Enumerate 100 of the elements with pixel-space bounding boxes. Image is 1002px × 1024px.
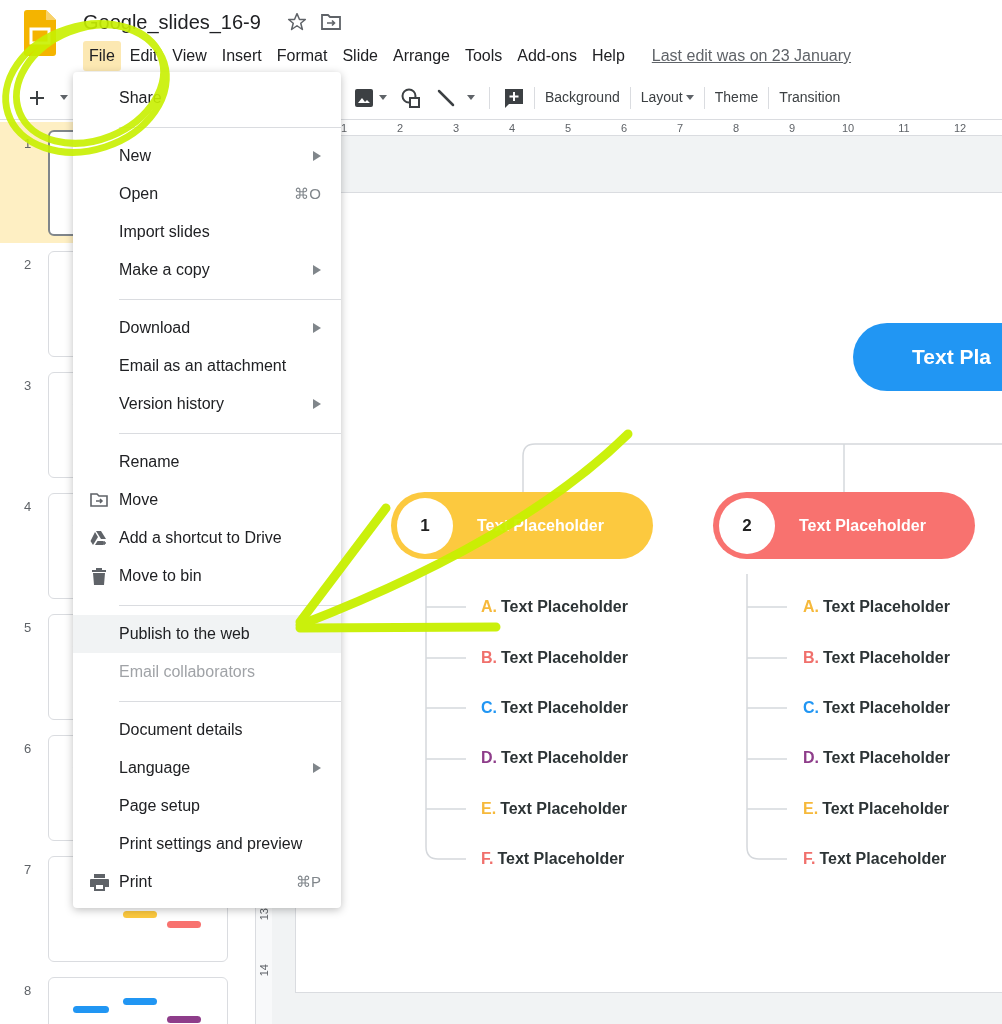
new-slide-caret-icon — [60, 95, 68, 100]
menu-item[interactable]: Publish to the web — [73, 615, 341, 653]
item-text: Text Placeholder — [823, 748, 950, 769]
item-letter: C. — [803, 697, 819, 718]
item-letter: B. — [481, 647, 497, 668]
add-comment-icon[interactable] — [504, 87, 524, 108]
ruler-mark: 3 — [451, 121, 461, 135]
menu-bar-item[interactable]: File — [83, 41, 121, 71]
menu-item[interactable]: Download — [73, 309, 341, 347]
folder-icon — [90, 493, 108, 507]
item-letter: D. — [803, 748, 819, 769]
last-edit-link[interactable]: Last edit was on 23 January — [651, 44, 852, 68]
ruler-mark: 8 — [731, 121, 741, 135]
item-letter: E. — [481, 798, 497, 819]
menu-item[interactable]: Add a shortcut to Drive — [73, 519, 341, 557]
item-letter: F. — [481, 849, 494, 870]
slide-number: 3 — [23, 377, 33, 395]
menu-item[interactable]: Version history — [73, 385, 341, 423]
item-letter: D. — [481, 748, 497, 769]
caret-icon — [379, 95, 387, 100]
menu-item[interactable]: Page setup — [73, 787, 341, 825]
menu-item[interactable]: Open ⌘O — [73, 175, 341, 213]
folder-icon[interactable] — [320, 14, 341, 30]
item-letter: E. — [803, 798, 819, 819]
menu-bar-item[interactable]: Edit — [123, 41, 164, 71]
toolbar-button[interactable]: Background — [545, 87, 620, 108]
ruler-mark: 10 — [841, 121, 854, 135]
menu-bar-item[interactable]: Help — [585, 41, 631, 71]
menu-item[interactable]: Email as an attachment — [73, 347, 341, 385]
item-text: Text Placeholder — [500, 798, 627, 819]
slide-number: 5 — [23, 619, 33, 637]
menu-bar-item[interactable]: Tools — [458, 41, 509, 71]
slide-number: 7 — [23, 861, 33, 879]
menu-bar-item[interactable]: View — [166, 41, 213, 71]
menu-item[interactable]: Document details — [73, 711, 341, 749]
shortcut-label: ⌘P — [296, 871, 321, 892]
item-text: Text Placeholder — [501, 647, 628, 668]
shortcut-label: ⌘O — [294, 183, 321, 204]
slide-number: 4 — [23, 498, 33, 516]
menu-bar-item[interactable]: Slide — [336, 41, 384, 71]
menu-item[interactable]: Move — [73, 481, 341, 519]
drive-icon — [90, 530, 108, 546]
document-title[interactable]: Google_slides_16-9 — [83, 7, 261, 37]
submenu-arrow-icon — [313, 399, 321, 409]
menu-item[interactable]: Import slides — [73, 213, 341, 251]
submenu-arrow-icon — [313, 763, 321, 773]
item-text: Text Placeholder — [501, 697, 628, 718]
title-text: Text Pla — [912, 344, 991, 371]
slide-number: 6 — [23, 740, 33, 758]
item-text: Text Placeholder — [501, 597, 628, 618]
star-icon[interactable] — [286, 12, 307, 32]
shapes-icon[interactable] — [401, 87, 421, 108]
item-text: Text Placeholder — [823, 697, 950, 718]
slide-list-row[interactable]: 8 — [0, 969, 255, 1024]
toolbar-button[interactable]: Theme — [714, 87, 759, 108]
toolbar-button[interactable]: Layout — [640, 87, 694, 108]
menu-item[interactable]: Print settings and preview — [73, 825, 341, 863]
ruler-mark: 9 — [787, 121, 797, 135]
printer-icon — [89, 873, 109, 891]
menu-bar-item[interactable]: Add-ons — [511, 41, 583, 71]
item-text: Text Placeholder — [497, 849, 625, 870]
submenu-arrow-icon — [313, 323, 321, 333]
image-icon[interactable] — [355, 88, 373, 107]
item-text: Text Placeholder — [822, 798, 949, 819]
ruler-mark: 7 — [675, 121, 685, 135]
ruler-mark: 13 — [256, 907, 271, 921]
ruler-mark: 4 — [507, 121, 517, 135]
menu-bar-item[interactable]: Format — [270, 41, 334, 71]
ruler-mark: 12 — [953, 121, 966, 135]
menu-bar-item[interactable]: Arrange — [387, 41, 456, 71]
item-text: Text Placeholder — [819, 849, 947, 870]
menu-item[interactable]: Print ⌘P — [73, 863, 341, 901]
slide-number: 2 — [23, 256, 33, 274]
caret-icon — [467, 95, 475, 100]
ruler-mark: 2 — [395, 121, 405, 135]
slide-number: 8 — [23, 982, 33, 1000]
item-letter: C. — [481, 697, 497, 718]
ruler-mark: 6 — [619, 121, 629, 135]
menu-item[interactable]: Rename — [73, 443, 341, 481]
branch-label: Text Placeholder — [799, 515, 926, 536]
ruler-mark: 5 — [563, 121, 573, 135]
menu-bar-item[interactable]: Insert — [215, 41, 268, 71]
toolbar-button[interactable]: Transition — [779, 87, 841, 108]
item-letter: A. — [803, 597, 819, 618]
item-letter: B. — [803, 647, 819, 668]
ruler-mark: 1 — [339, 121, 349, 135]
menu-item[interactable]: Move to bin — [73, 557, 341, 595]
item-letter: A. — [481, 597, 497, 618]
item-text: Text Placeholder — [823, 597, 950, 618]
line-icon[interactable] — [437, 88, 455, 107]
ruler-mark: 14 — [256, 963, 271, 977]
menu-item[interactable]: Language — [73, 749, 341, 787]
item-text: Text Placeholder — [823, 647, 950, 668]
plus-icon[interactable] — [30, 90, 44, 105]
item-text: Text Placeholder — [501, 748, 628, 769]
menu-item[interactable]: New — [73, 137, 341, 175]
item-letter: F. — [803, 849, 816, 870]
menu-item[interactable]: Make a copy — [73, 251, 341, 289]
trash-icon — [92, 567, 106, 585]
branch-label: Text Placeholder — [477, 515, 604, 536]
